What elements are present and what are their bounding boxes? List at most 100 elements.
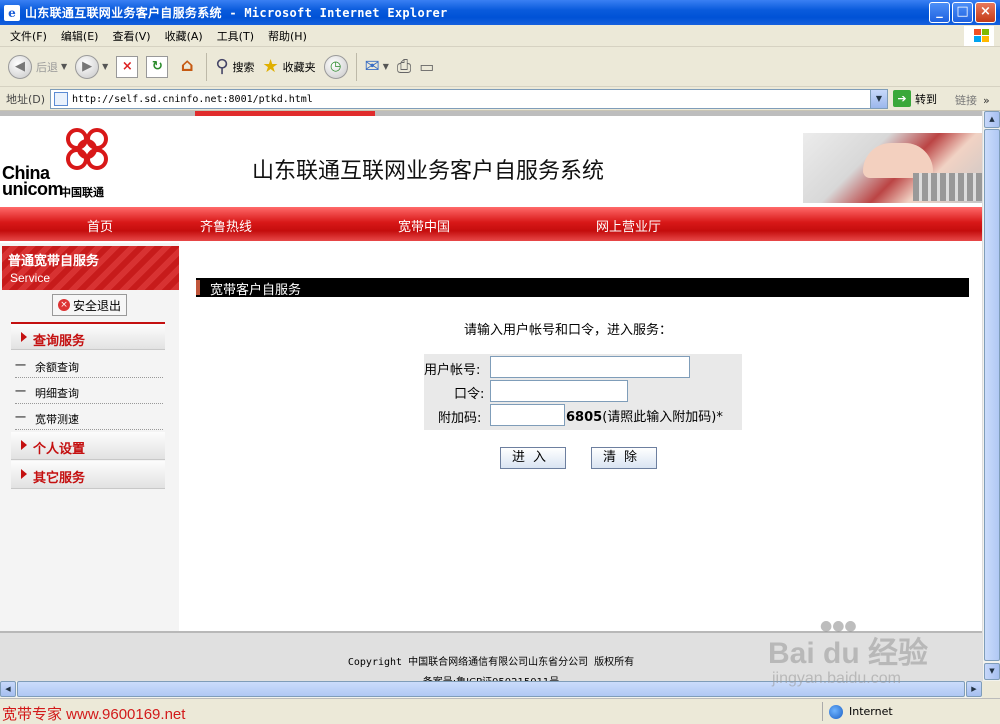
captcha-hint: (请照此输入附加码)* [602, 410, 723, 425]
scroll-corner [982, 681, 1000, 698]
sidebar-section-label: 其它服务 [33, 471, 86, 486]
menu-edit[interactable]: 编辑(E) [61, 28, 99, 44]
links-button[interactable]: 链接 » [955, 92, 990, 108]
account-label: 用户帐号: [424, 363, 481, 378]
back-label: 后退 [36, 60, 58, 74]
search-icon: ⚲ [215, 56, 229, 77]
sidebar-section-other[interactable]: 其它服务 [11, 461, 165, 489]
close-button[interactable]: × [975, 2, 996, 23]
security-zone: Internet [822, 702, 982, 721]
sidebar-section-label: 个人设置 [33, 442, 86, 457]
stop-icon: × [116, 55, 139, 78]
sidebar-item-details[interactable]: 一 明细查询 [15, 378, 163, 404]
sidebar-section-label: 查询服务 [33, 334, 86, 349]
back-dropdown-icon[interactable]: ▼ [61, 62, 67, 71]
scroll-right-icon[interactable]: ▶ [966, 681, 982, 697]
back-button[interactable]: ◀ 后退 ▼ [8, 54, 67, 79]
triangle-right-icon [21, 469, 27, 479]
address-input[interactable]: http://self.sd.cninfo.net:8001/ptkd.html… [50, 89, 888, 109]
window-title-bar: e 山东联通互联网业务客户自服务系统 - Microsoft Internet … [0, 0, 1000, 25]
sidebar-item-balance[interactable]: 一 余额查询 [15, 352, 163, 378]
password-label: 口令: [454, 387, 485, 402]
password-input[interactable] [490, 380, 628, 402]
menu-help[interactable]: 帮助(H) [268, 28, 307, 44]
nav-qilu-hotline[interactable]: 齐鲁热线 [200, 216, 252, 235]
nav-home[interactable]: 首页 [87, 216, 113, 235]
dash-icon: 一 [15, 411, 26, 424]
logout-button[interactable]: × 安全退出 [52, 294, 127, 316]
logo-unicom-text: unicom [2, 179, 64, 199]
nav-broadband-china[interactable]: 宽带中国 [398, 216, 450, 235]
page-icon [54, 92, 68, 106]
logout-icon: × [57, 299, 70, 311]
star-icon: ★ [262, 56, 279, 77]
home-button[interactable]: ⌂ [176, 54, 198, 78]
china-unicom-logo[interactable]: China unicom 中国联通 [2, 125, 132, 199]
go-button[interactable]: ➔ 转到 [893, 90, 937, 107]
search-button[interactable]: ⚲ 搜索 [215, 56, 254, 77]
back-arrow-icon: ◀ [8, 54, 32, 79]
sidebar-item-speedtest[interactable]: 一 宽带测速 [15, 404, 163, 430]
baidu-url: jingyan.baidu.com [772, 670, 901, 687]
login-form: 用户帐号: 口令: 附加码: 6805(请照此输入附加码)* [424, 354, 742, 430]
menu-bar: 文件(F) 编辑(E) 查看(V) 收藏(A) 工具(T) 帮助(H) [0, 25, 1000, 47]
scroll-down-icon[interactable]: ▼ [984, 663, 1000, 680]
forward-dropdown-icon[interactable]: ▼ [102, 62, 108, 71]
top-stripe [0, 111, 982, 116]
logo-cn-text: 中国联通 [60, 186, 104, 199]
printer-icon: ⎙ [396, 56, 412, 77]
mail-dropdown-icon[interactable]: ▼ [383, 62, 389, 71]
print-button[interactable]: ⎙ [397, 56, 411, 77]
address-url[interactable]: http://self.sd.cninfo.net:8001/ptkd.html [72, 94, 313, 105]
stop-button[interactable]: × [116, 55, 139, 78]
address-dropdown-icon[interactable]: ▼ [870, 90, 887, 108]
toolbar-separator [206, 52, 208, 81]
baidu-jingyan-watermark: ●●● Bai du 经验 jingyan.baidu.com [760, 618, 960, 698]
scroll-up-icon[interactable]: ▲ [984, 111, 1000, 128]
address-bar: 地址(D) http://self.sd.cninfo.net:8001/ptk… [0, 87, 1000, 111]
login-prompt: 请输入用户帐号和口令，进入服务： [464, 323, 673, 338]
search-label: 搜索 [232, 60, 255, 74]
enter-button[interactable]: 进入 [500, 447, 566, 469]
menu-view[interactable]: 查看(V) [112, 28, 150, 44]
mail-button[interactable]: ✉ ▼ [365, 56, 389, 77]
go-label: 转到 [915, 92, 937, 106]
vertical-scroll-thumb[interactable] [984, 129, 1000, 661]
vertical-scrollbar[interactable]: ▲ ▼ [982, 111, 1000, 681]
sidebar-title: 普通宽带自服务 [8, 254, 100, 269]
menu-file[interactable]: 文件(F) [10, 28, 47, 44]
hero-keyboard-image [803, 133, 982, 203]
menu-favorites[interactable]: 收藏(A) [165, 28, 203, 44]
history-icon: ◷ [323, 54, 348, 79]
triangle-right-icon [21, 332, 27, 342]
clear-button[interactable]: 清除 [591, 447, 657, 469]
sidebar-item-label: 宽带测速 [35, 413, 79, 426]
minimize-button[interactable]: _ [929, 2, 950, 23]
sidebar-section-query[interactable]: 查询服务 [11, 322, 165, 350]
sidebar-section-personal[interactable]: 个人设置 [11, 432, 165, 460]
page-content: China unicom 中国联通 山东联通互联网业务客户自服务系统 首页 齐鲁… [0, 111, 982, 681]
captcha-input[interactable] [490, 404, 565, 426]
address-label: 地址(D) [6, 92, 46, 106]
edit-button[interactable]: ▭ [419, 57, 434, 76]
windows-logo-icon [964, 26, 994, 46]
zone-label: Internet [849, 705, 893, 718]
favorites-button[interactable]: ★ 收藏夹 [263, 56, 316, 77]
forward-button[interactable]: ▶ ▼ [75, 54, 108, 79]
refresh-button[interactable]: ↻ [146, 55, 169, 78]
captcha-text: 6805(请照此输入附加码)* [566, 406, 723, 425]
go-arrow-icon: ➔ [893, 90, 911, 107]
sidebar-item-label: 余额查询 [35, 361, 79, 374]
history-button[interactable]: ◷ [323, 54, 348, 79]
favorites-label: 收藏夹 [282, 60, 316, 74]
nav-online-hall[interactable]: 网上营业厅 [596, 216, 661, 235]
captcha-label: 附加码: [438, 411, 482, 426]
scroll-left-icon[interactable]: ◀ [0, 681, 16, 697]
account-input[interactable] [490, 356, 690, 378]
menu-tools[interactable]: 工具(T) [217, 28, 254, 44]
toolbar: ◀ 后退 ▼ ▶ ▼ × ↻ ⌂ ⚲ 搜索 ★ 收藏夹 ◷ ✉ ▼ ⎙ ▭ [0, 47, 1000, 87]
maximize-button[interactable]: □ [952, 2, 973, 23]
panel-header: 宽带客户自服务 [196, 278, 969, 298]
status-bar: 宽带专家 www.9600169.net Internet [0, 698, 1000, 724]
home-icon: ⌂ [180, 54, 194, 76]
